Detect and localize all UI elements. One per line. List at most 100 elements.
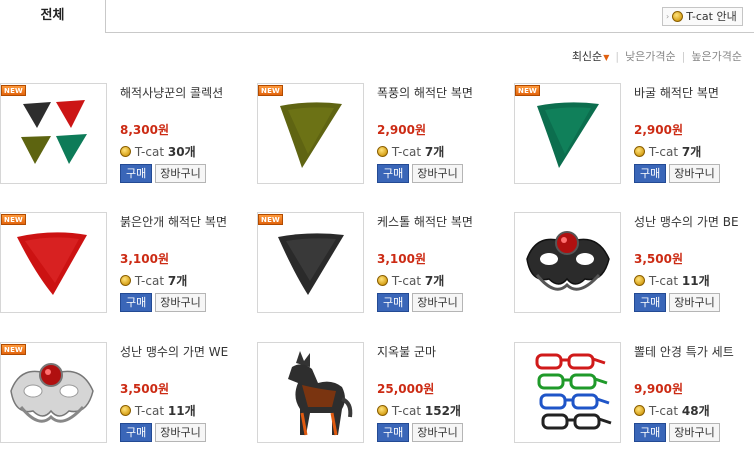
beast-mask-black-image <box>526 231 610 291</box>
sort-high-price[interactable]: 높은가격순 <box>691 48 742 64</box>
tcat-coin-icon <box>120 275 131 286</box>
product-name[interactable]: 성난 맹수의 가면 BE <box>634 214 752 230</box>
product-actions: 구매 장바구니 <box>377 423 463 442</box>
buy-button[interactable]: 구매 <box>634 423 667 442</box>
new-badge: NEW <box>1 85 26 96</box>
tcat-cost: T-cat 152개 <box>377 402 461 419</box>
divider: | <box>615 49 620 63</box>
product-thumbnail[interactable]: NEW <box>0 342 107 443</box>
product-thumbnail[interactable]: NEW <box>257 212 364 313</box>
product-card: NEW 해적사냥꾼의 콜렉션 8,300원 T-cat 30개 구매 장바구니 <box>0 83 250 193</box>
add-to-cart-button[interactable]: 장바구니 <box>669 164 720 183</box>
new-badge: NEW <box>1 344 26 355</box>
new-badge: NEW <box>258 85 283 96</box>
tcat-cost: T-cat 7개 <box>634 143 701 160</box>
tab-all[interactable]: 전체 <box>0 0 106 32</box>
buy-button[interactable]: 구매 <box>120 164 153 183</box>
buy-button[interactable]: 구매 <box>120 293 153 312</box>
buy-button[interactable]: 구매 <box>377 293 410 312</box>
product-card: NEW 바굴 해적단 복면 2,900원 T-cat 7개 구매 장바구니 <box>514 83 754 193</box>
add-to-cart-button[interactable]: 장바구니 <box>412 423 463 442</box>
product-actions: 구매 장바구니 <box>120 293 206 312</box>
tcat-coin-icon <box>120 405 131 416</box>
tcat-coin-icon <box>634 275 645 286</box>
product-actions: 구매 장바구니 <box>377 293 463 312</box>
product-card: 뽈테 안경 특가 세트 9,900원 T-cat 48개 구매 장바구니 <box>514 342 754 452</box>
product-name[interactable]: 바굴 해적단 복면 <box>634 85 752 101</box>
tcat-coin-icon <box>634 405 645 416</box>
buy-button[interactable]: 구매 <box>377 164 410 183</box>
new-badge: NEW <box>258 214 283 225</box>
product-actions: 구매 장바구니 <box>120 423 206 442</box>
buy-button[interactable]: 구매 <box>120 423 153 442</box>
product-name[interactable]: 지옥불 군마 <box>377 344 495 360</box>
product-name[interactable]: 뽈테 안경 특가 세트 <box>634 344 752 360</box>
add-to-cart-button[interactable]: 장바구니 <box>669 293 720 312</box>
bandana-set-image <box>21 100 87 164</box>
product-thumbnail[interactable] <box>514 212 621 313</box>
add-to-cart-button[interactable]: 장바구니 <box>412 293 463 312</box>
product-thumbnail[interactable]: NEW <box>0 83 107 184</box>
tcat-guide-button[interactable]: › T-cat 안내 <box>662 7 743 26</box>
buy-button[interactable]: 구매 <box>377 423 410 442</box>
bandana-green-image <box>537 102 599 168</box>
tcat-guide-label: T-cat 안내 <box>686 10 737 23</box>
bandana-black-image <box>278 233 344 295</box>
tcat-cost: T-cat 7개 <box>377 143 444 160</box>
tcat-cost: T-cat 7개 <box>120 272 187 289</box>
new-badge: NEW <box>515 85 540 96</box>
product-name[interactable]: 해적사냥꾼의 콜렉션 <box>120 85 238 101</box>
product-thumbnail[interactable] <box>257 342 364 443</box>
divider: | <box>681 49 686 63</box>
product-price: 2,900원 <box>634 123 683 137</box>
product-price: 3,100원 <box>120 252 169 266</box>
bandana-olive-image <box>280 102 342 168</box>
product-price: 2,900원 <box>377 123 426 137</box>
tab-divider <box>105 32 754 33</box>
product-actions: 구매 장바구니 <box>377 164 463 183</box>
product-price: 3,500원 <box>634 252 683 266</box>
product-name[interactable]: 붉은안개 해적단 복면 <box>120 214 238 230</box>
buy-button[interactable]: 구매 <box>634 293 667 312</box>
product-actions: 구매 장바구니 <box>634 423 720 442</box>
tcat-coin-icon <box>634 146 645 157</box>
product-actions: 구매 장바구니 <box>120 164 206 183</box>
sort-newest[interactable]: 최신순▼ <box>572 48 610 64</box>
tcat-coin-icon <box>377 275 388 286</box>
product-actions: 구매 장바구니 <box>634 164 720 183</box>
tcat-cost: T-cat 11개 <box>634 272 710 289</box>
buy-button[interactable]: 구매 <box>634 164 667 183</box>
tcat-cost: T-cat 11개 <box>120 402 196 419</box>
product-name[interactable]: 성난 맹수의 가면 WE <box>120 344 238 360</box>
product-name[interactable]: 폭풍의 해적단 복면 <box>377 85 495 101</box>
add-to-cart-button[interactable]: 장바구니 <box>412 164 463 183</box>
product-card: NEW 케스톨 해적단 복면 3,100원 T-cat 7개 구매 장바구니 <box>257 212 507 322</box>
product-thumbnail[interactable] <box>514 342 621 443</box>
product-thumbnail[interactable]: NEW <box>514 83 621 184</box>
product-card: NEW 폭풍의 해적단 복면 2,900원 T-cat 7개 구매 장바구니 <box>257 83 507 193</box>
bandana-red-image <box>17 232 87 295</box>
sort-low-price[interactable]: 낮은가격순 <box>625 48 676 64</box>
product-name[interactable]: 케스톨 해적단 복면 <box>377 214 495 230</box>
product-card: 성난 맹수의 가면 BE 3,500원 T-cat 11개 구매 장바구니 <box>514 212 754 322</box>
new-badge: NEW <box>1 214 26 225</box>
sort-down-arrow-icon: ▼ <box>603 53 610 62</box>
product-price: 25,000원 <box>377 382 435 396</box>
add-to-cart-button[interactable]: 장바구니 <box>155 423 206 442</box>
category-tabbar: 전체 › T-cat 안내 <box>0 0 754 33</box>
product-price: 3,500원 <box>120 382 169 396</box>
product-thumbnail[interactable]: NEW <box>257 83 364 184</box>
product-thumbnail[interactable]: NEW <box>0 212 107 313</box>
sort-options: 최신순▼ | 낮은가격순 | 높은가격순 <box>572 48 742 64</box>
product-card: NEW 성난 맹수의 가면 WE 3,500원 T-cat 11개 구매 장바구… <box>0 342 250 452</box>
tcat-coin-icon <box>377 146 388 157</box>
hellfire-horse-image <box>288 351 353 436</box>
add-to-cart-button[interactable]: 장바구니 <box>155 164 206 183</box>
tcat-cost: T-cat 7개 <box>377 272 444 289</box>
add-to-cart-button[interactable]: 장바구니 <box>155 293 206 312</box>
tcat-coin-icon <box>672 11 684 22</box>
tcat-cost: T-cat 48개 <box>634 402 710 419</box>
product-price: 8,300원 <box>120 123 169 137</box>
tcat-cost: T-cat 30개 <box>120 143 196 160</box>
add-to-cart-button[interactable]: 장바구니 <box>669 423 720 442</box>
